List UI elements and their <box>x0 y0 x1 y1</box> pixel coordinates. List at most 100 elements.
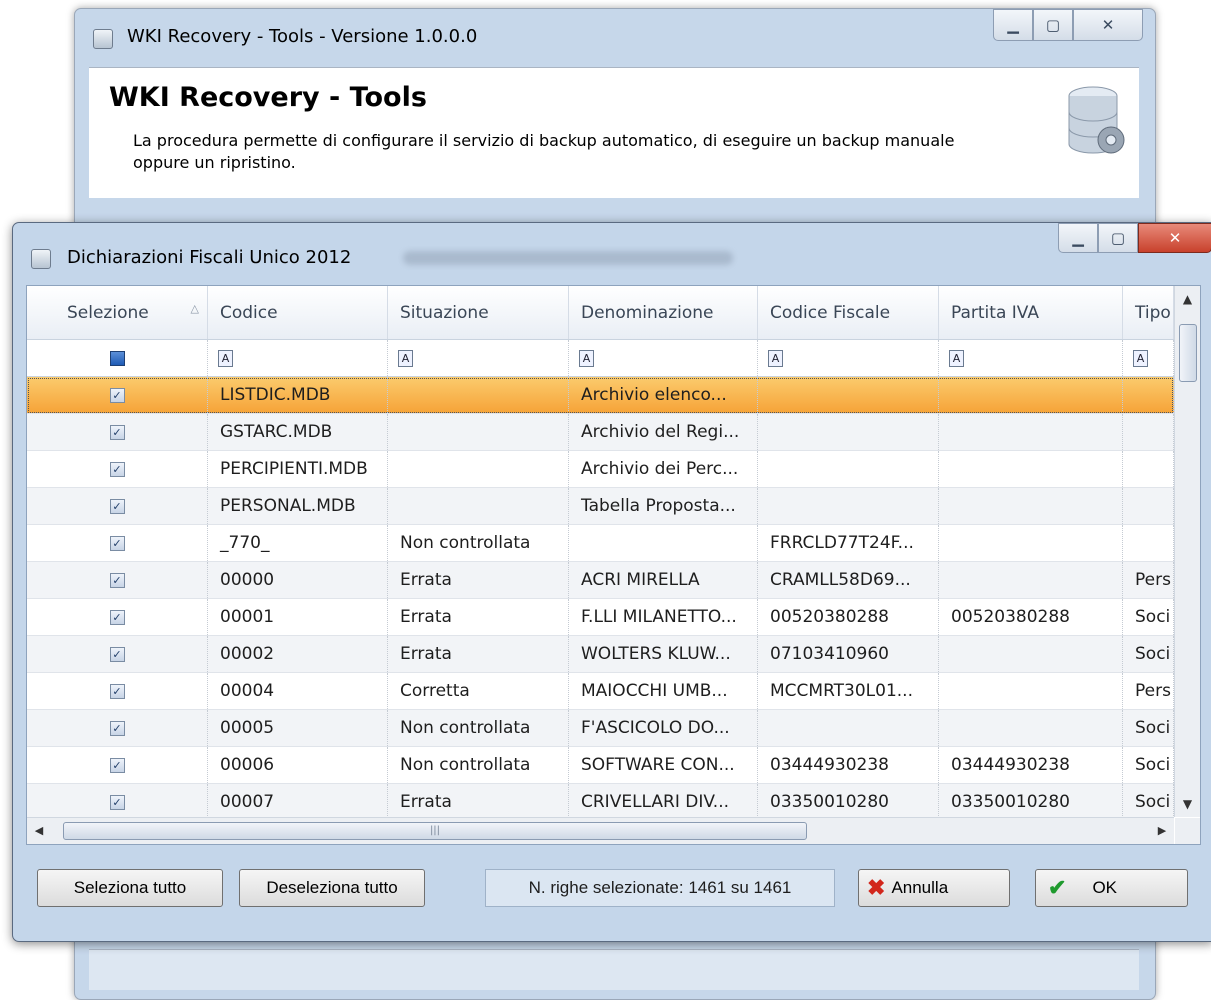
cell-partita-iva <box>939 710 1123 746</box>
filter-tipo[interactable]: A <box>1123 340 1174 376</box>
table-row[interactable]: ✓ 00002 Errata WOLTERS KLUW... 071034109… <box>27 636 1174 673</box>
cell-partita-iva <box>939 451 1123 487</box>
row-checkbox[interactable]: ✓ <box>109 498 125 514</box>
cell-codice-fiscale <box>758 414 939 450</box>
table-row[interactable]: ✓ PERCIPIENTI.MDB Archivio dei Perc... <box>27 451 1174 488</box>
column-header-codice[interactable]: Codice <box>208 286 388 339</box>
cancel-button[interactable]: ✖ Annulla <box>858 869 1010 907</box>
column-header-label: Codice Fiscale <box>770 302 891 323</box>
dialog-maximize-button[interactable]: ▢ <box>1098 223 1138 253</box>
table-row[interactable]: ✓ GSTARC.MDB Archivio del Regi... <box>27 414 1174 451</box>
grid-header: Selezione △ Codice Situazione Denominazio… <box>27 286 1174 340</box>
row-selection-cell[interactable]: ✓ <box>27 747 208 783</box>
cell-tipo: Soci <box>1123 599 1174 635</box>
row-checkbox[interactable]: ✓ <box>109 609 125 625</box>
row-selection-cell[interactable]: ✓ <box>27 599 208 635</box>
filter-situazione[interactable]: A <box>388 340 569 376</box>
ok-button-label: OK <box>1092 878 1117 897</box>
filter-icon[interactable]: A <box>579 349 594 367</box>
filter-row: A A A A A A <box>27 340 1174 377</box>
row-checkbox[interactable]: ✓ <box>109 720 125 736</box>
row-checkbox[interactable]: ✓ <box>109 794 125 810</box>
filter-selezione[interactable] <box>27 340 208 376</box>
column-header-selezione[interactable]: Selezione △ <box>27 286 208 339</box>
filter-icon[interactable]: A <box>218 349 233 367</box>
cell-codice-fiscale <box>758 488 939 524</box>
filter-icon[interactable]: A <box>768 349 783 367</box>
filter-denominazione[interactable]: A <box>569 340 758 376</box>
selection-dialog: Dichiarazioni Fiscali Unico 2012 ▁ ▢ ✕ S… <box>12 222 1211 942</box>
cell-codice: 00007 <box>208 784 388 820</box>
filter-partita-iva[interactable]: A <box>939 340 1123 376</box>
row-selection-cell[interactable]: ✓ <box>27 673 208 709</box>
data-grid[interactable]: Selezione △ Codice Situazione Denominazio… <box>26 285 1201 845</box>
horizontal-scroll-thumb[interactable]: ||| <box>63 822 807 840</box>
table-row[interactable]: ✓ 00004 Corretta MAIOCCHI UMB... MCCMRT3… <box>27 673 1174 710</box>
main-window-title: WKI Recovery - Tools - Versione 1.0.0.0 <box>127 26 478 47</box>
table-row[interactable]: ✓ LISTDIC.MDB Archivio elenco... <box>27 377 1174 414</box>
table-row[interactable]: ✓ _770_ Non controllata FRRCLD77T24F... <box>27 525 1174 562</box>
table-row[interactable]: ✓ 00006 Non controllata SOFTWARE CON... … <box>27 747 1174 784</box>
column-header-label: Situazione <box>400 302 489 323</box>
cell-partita-iva: 00520380288 <box>939 599 1123 635</box>
deselect-all-button[interactable]: Deseleziona tutto <box>239 869 425 907</box>
row-checkbox[interactable]: ✓ <box>109 572 125 588</box>
filter-icon[interactable]: A <box>949 349 964 367</box>
column-header-tipo[interactable]: Tipo <box>1123 286 1174 339</box>
filter-codice-fiscale[interactable]: A <box>758 340 939 376</box>
dialog-minimize-button[interactable]: ▁ <box>1058 223 1098 253</box>
cell-tipo: Soci <box>1123 784 1174 820</box>
column-header-denominazione[interactable]: Denominazione <box>569 286 758 339</box>
row-selection-cell[interactable]: ✓ <box>27 488 208 524</box>
row-checkbox[interactable]: ✓ <box>109 387 125 403</box>
select-all-button[interactable]: Seleziona tutto <box>37 869 223 907</box>
table-row[interactable]: ✓ 00007 Errata CRIVELLARI DIV... 0335001… <box>27 784 1174 821</box>
filter-codice[interactable]: A <box>208 340 388 376</box>
row-selection-cell[interactable]: ✓ <box>27 451 208 487</box>
filter-icon[interactable]: A <box>1133 349 1148 367</box>
column-header-partita-iva[interactable]: Partita IVA <box>939 286 1123 339</box>
row-selection-cell[interactable]: ✓ <box>27 710 208 746</box>
blurred-title-text <box>403 251 733 265</box>
row-selection-cell[interactable]: ✓ <box>27 414 208 450</box>
row-selection-cell[interactable]: ✓ <box>27 636 208 672</box>
ok-button[interactable]: ✔ OK <box>1035 869 1188 907</box>
sort-ascending-icon: △ <box>190 302 199 315</box>
page-description: La procedura permette di configurare il … <box>133 131 955 172</box>
filter-icon[interactable]: A <box>398 349 413 367</box>
row-selection-cell[interactable]: ✓ <box>27 377 208 413</box>
dialog-close-button[interactable]: ✕ <box>1138 223 1211 253</box>
row-selection-cell[interactable]: ✓ <box>27 562 208 598</box>
horizontal-scrollbar[interactable]: ◀ ||| ▶ <box>27 817 1174 844</box>
scroll-down-icon[interactable]: ▼ <box>1175 791 1200 817</box>
dialog-app-icon <box>31 249 51 269</box>
row-checkbox[interactable]: ✓ <box>109 424 125 440</box>
row-checkbox[interactable]: ✓ <box>109 535 125 551</box>
row-selection-cell[interactable]: ✓ <box>27 784 208 820</box>
row-checkbox[interactable]: ✓ <box>109 461 125 477</box>
main-footer <box>89 949 1139 990</box>
cell-denominazione: MAIOCCHI UMB... <box>569 673 758 709</box>
row-checkbox[interactable]: ✓ <box>109 683 125 699</box>
scroll-up-icon[interactable]: ▲ <box>1175 286 1200 312</box>
table-row[interactable]: ✓ PERSONAL.MDB Tabella Proposta... <box>27 488 1174 525</box>
scroll-left-icon[interactable]: ◀ <box>27 818 51 844</box>
close-button[interactable]: ✕ <box>1073 9 1143 41</box>
dialog-titlebar: Dichiarazioni Fiscali Unico 2012 ▁ ▢ ✕ <box>13 223 1211 285</box>
cell-situazione <box>388 451 569 487</box>
cell-codice-fiscale: 00520380288 <box>758 599 939 635</box>
column-header-situazione[interactable]: Situazione <box>388 286 569 339</box>
table-row[interactable]: ✓ 00000 Errata ACRI MIRELLA CRAMLL58D69.… <box>27 562 1174 599</box>
column-header-codice-fiscale[interactable]: Codice Fiscale <box>758 286 939 339</box>
vertical-scrollbar[interactable]: ▲ ▼ <box>1174 286 1200 817</box>
vertical-scroll-thumb[interactable] <box>1179 324 1197 382</box>
table-row[interactable]: ✓ 00001 Errata F.LLI MILANETTO... 005203… <box>27 599 1174 636</box>
row-checkbox[interactable]: ✓ <box>109 646 125 662</box>
maximize-button[interactable]: ▢ <box>1033 9 1073 41</box>
row-selection-cell[interactable]: ✓ <box>27 525 208 561</box>
minimize-button[interactable]: ▁ <box>993 9 1033 41</box>
table-row[interactable]: ✓ 00005 Non controllata F'ASCICOLO DO...… <box>27 710 1174 747</box>
select-all-checkbox[interactable] <box>109 350 125 366</box>
scroll-right-icon[interactable]: ▶ <box>1150 818 1174 844</box>
row-checkbox[interactable]: ✓ <box>109 757 125 773</box>
